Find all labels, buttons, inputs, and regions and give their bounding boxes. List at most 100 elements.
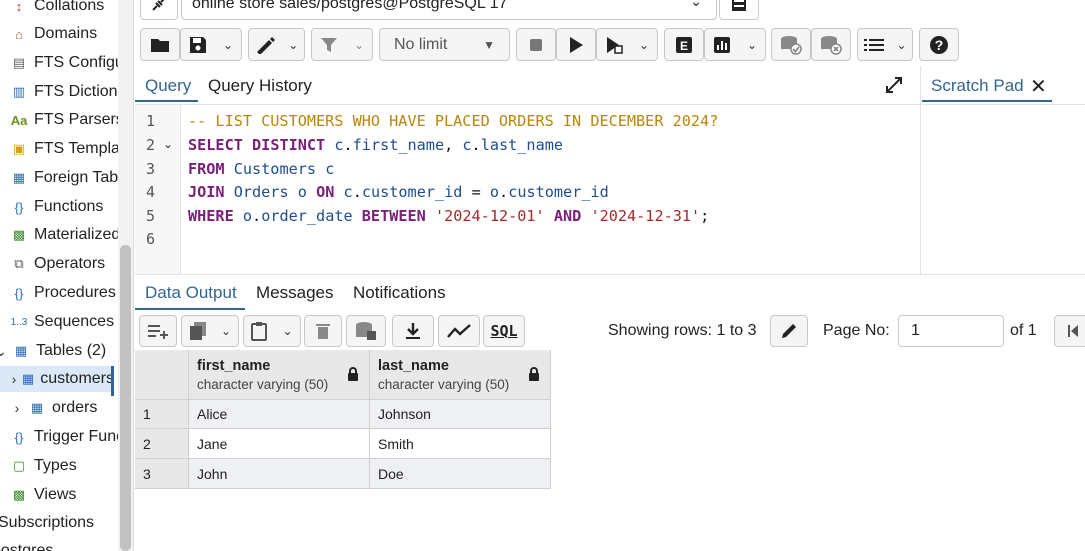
connection-status-button[interactable] xyxy=(140,0,178,20)
expand-icon[interactable] xyxy=(884,75,904,95)
tab-data-output-underline xyxy=(135,308,245,310)
add-row-icon xyxy=(148,325,168,339)
explain-button[interactable]: E xyxy=(664,28,704,61)
chevron-down-icon[interactable]: ⌄ xyxy=(0,343,8,360)
grid-cell[interactable]: Smith xyxy=(370,429,551,459)
tree-item-collations[interactable]: ↕ Collations xyxy=(10,0,105,19)
tab-notifications[interactable]: Notifications xyxy=(353,283,446,303)
open-file-button[interactable] xyxy=(140,28,180,61)
close-icon[interactable]: ✕ xyxy=(1030,74,1047,99)
sql-button[interactable]: SQL xyxy=(483,315,525,347)
page-number-input[interactable]: 1 xyxy=(898,315,1004,347)
grid-cell[interactable]: Doe xyxy=(370,459,551,489)
chevron-down-icon[interactable]: ⌄ xyxy=(747,38,757,52)
tab-messages[interactable]: Messages xyxy=(256,283,333,303)
commit-button[interactable] xyxy=(771,28,811,61)
tree-item-trigger-functions[interactable]: {}Trigger Functions xyxy=(10,424,134,450)
database-icon xyxy=(732,0,746,11)
tree-item-postgres[interactable]: postgres xyxy=(0,538,53,551)
save-button[interactable]: ⌄ xyxy=(180,28,242,61)
tree-item-types[interactable]: ▢ Types xyxy=(10,453,77,479)
scratch-pad-area[interactable] xyxy=(920,104,1085,274)
first-page-button[interactable] xyxy=(1054,315,1085,347)
grid-cell[interactable]: Jane xyxy=(189,429,370,459)
tree-item-operators[interactable]: ⧉ Operators xyxy=(10,251,105,277)
tab-query[interactable]: Query xyxy=(145,76,191,96)
chevron-down-icon[interactable]: ⌄ xyxy=(282,324,292,338)
edit-rows-button[interactable] xyxy=(770,315,808,347)
object-explorer-tree: ↕Collations ⌂Domains ▤FTS Configurations… xyxy=(0,0,134,551)
grid-corner[interactable] xyxy=(135,350,189,400)
tab-data-output[interactable]: Data Output xyxy=(145,283,237,303)
fold-chevron-icon[interactable]: ⌄ xyxy=(163,137,173,151)
tree-item-foreign-tables[interactable]: ▦ Foreign Tables xyxy=(10,165,134,191)
graph-visualiser-button[interactable] xyxy=(438,315,480,347)
tree-item-procedures[interactable]: {} Procedures xyxy=(10,280,116,306)
row-number[interactable]: 3 xyxy=(135,459,189,489)
lock-icon xyxy=(348,367,358,381)
tree-item-subscriptions[interactable]: Subscriptions xyxy=(0,510,94,536)
explain-analyze-button[interactable]: ⌄ xyxy=(704,28,766,61)
explain-icon: E xyxy=(676,36,692,53)
execute-script-button[interactable]: ⌄ xyxy=(596,28,658,61)
save-icon xyxy=(189,36,206,53)
chevron-right-icon[interactable]: › xyxy=(10,400,24,416)
tree-item-fts-configurations[interactable]: ▤FTS Configurations xyxy=(10,50,134,76)
tree-item-materialized-views[interactable]: ▩Materialized Views xyxy=(10,222,134,248)
tree-scrollbar-thumb[interactable] xyxy=(120,245,131,551)
domain-icon: ⌂ xyxy=(15,26,23,42)
row-number[interactable]: 2 xyxy=(135,429,189,459)
tree-item-customers[interactable]: › ▦ customers xyxy=(0,366,114,392)
column-header-first-name[interactable]: first_name character varying (50) xyxy=(189,350,370,400)
grid-cell[interactable]: John xyxy=(189,459,370,489)
grid-cell[interactable]: Alice xyxy=(189,400,370,429)
clipboard-icon xyxy=(251,322,268,341)
panel-divider xyxy=(920,66,921,104)
tree-item-fts-templates[interactable]: ▣ FTS Templates xyxy=(10,136,134,162)
chevron-down-icon: ⌄ xyxy=(690,0,702,9)
server-button[interactable] xyxy=(719,0,759,20)
edit-button[interactable]: ⌄ xyxy=(248,28,305,61)
tree-item-fts-dictionaries[interactable]: ▥FTS Dictionaries xyxy=(10,79,134,105)
help-button[interactable]: ? xyxy=(919,28,959,61)
tree-item-fts-parsers[interactable]: Aa FTS Parsers xyxy=(10,107,124,133)
line-number: 6 xyxy=(145,230,155,248)
tree-item-orders[interactable]: › ▦ orders xyxy=(10,395,98,421)
sql-editor[interactable]: 1 2 ⌄ 3 4 5 6 -- LIST CUSTOMERS WHO HAVE… xyxy=(135,104,920,275)
download-button[interactable] xyxy=(392,315,434,347)
lock-icon xyxy=(529,367,539,381)
tab-query-history[interactable]: Query History xyxy=(208,76,312,96)
tab-scratch-pad[interactable]: Scratch Pad xyxy=(931,76,1024,96)
rollback-button[interactable] xyxy=(811,28,851,61)
tree-item-tables[interactable]: ⌄ ▦ Tables (2) xyxy=(0,338,106,364)
tree-item-sequences[interactable]: 1..3 Sequences xyxy=(10,309,114,335)
download-icon xyxy=(406,323,420,339)
play-icon xyxy=(570,36,583,53)
tree-item-views[interactable]: ▩ Views xyxy=(10,482,77,508)
paste-button[interactable]: ⌄ xyxy=(243,315,301,347)
column-header-last-name[interactable]: last_name character varying (50) xyxy=(370,350,551,400)
save-data-button[interactable] xyxy=(346,315,386,347)
limit-select[interactable]: No limit ▼ xyxy=(379,28,510,61)
chevron-down-icon[interactable]: ⌄ xyxy=(221,324,231,338)
copy-button[interactable]: ⌄ xyxy=(181,315,239,347)
execute-button[interactable] xyxy=(556,28,596,61)
chevron-down-icon: ⌄ xyxy=(353,37,365,52)
stop-button[interactable] xyxy=(516,28,556,61)
pencil-icon xyxy=(782,324,796,338)
chevron-right-icon[interactable]: › xyxy=(10,371,18,387)
line-chart-icon xyxy=(447,324,471,338)
delete-row-button[interactable] xyxy=(304,315,342,347)
line-number: 2 xyxy=(145,136,155,154)
filter-button[interactable]: ⌄ xyxy=(311,28,373,61)
svg-text:E: E xyxy=(680,39,688,53)
tree-item-domains[interactable]: ⌂ Domains xyxy=(10,21,97,47)
chevron-down-icon[interactable]: ⌄ xyxy=(223,38,233,52)
tree-item-functions[interactable]: {} Functions xyxy=(10,194,104,220)
connection-select[interactable]: online store sales/postgres@PostgreSQL 1… xyxy=(181,0,717,20)
add-row-button[interactable] xyxy=(139,315,177,347)
macros-button[interactable]: ⌄ xyxy=(857,28,913,61)
chevron-down-icon[interactable]: ⌄ xyxy=(639,38,649,52)
grid-cell[interactable]: Johnson xyxy=(370,400,551,429)
row-number[interactable]: 1 xyxy=(135,400,189,429)
